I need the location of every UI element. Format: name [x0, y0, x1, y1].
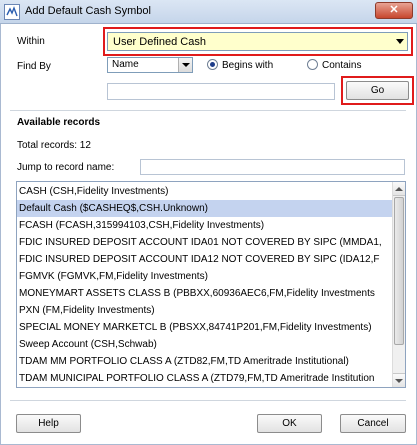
- list-item[interactable]: FCASH (FCASH,315994103,CSH,Fidelity Inve…: [17, 217, 393, 234]
- within-label: Within: [17, 36, 45, 47]
- list-item[interactable]: CASH (CSH,Fidelity Investments): [17, 183, 393, 200]
- list-item[interactable]: MONEYMART ASSETS CLASS B (PBBXX,60936AEC…: [17, 285, 393, 302]
- findby-selected-value: Name: [112, 59, 139, 70]
- list-item[interactable]: PXN (FM,Fidelity Investments): [17, 302, 393, 319]
- within-dropdown[interactable]: User Defined Cash: [107, 32, 408, 51]
- divider: [10, 110, 406, 111]
- list-item[interactable]: FDIC INSURED DEPOSIT ACCOUNT IDA12 NOT C…: [17, 251, 393, 268]
- list-item[interactable]: Sweep Account (CSH,Schwab): [17, 336, 393, 353]
- radio-begins-with-label: Begins with: [222, 60, 274, 71]
- findby-label: Find By: [17, 61, 51, 72]
- list-item[interactable]: TDAM MUNICIPAL PORTFOLIO CLASS A (ZTD79,…: [17, 370, 393, 387]
- search-input[interactable]: [107, 83, 335, 100]
- vertical-scrollbar[interactable]: [392, 182, 405, 387]
- scroll-thumb[interactable]: [394, 197, 404, 345]
- chevron-down-icon: [178, 58, 192, 72]
- radio-contains-label: Contains: [322, 60, 362, 71]
- list-item[interactable]: TDAM MM PORTFOLIO CLASS A (ZTD82,FM,TD A…: [17, 353, 393, 370]
- radio-begins-with[interactable]: [207, 59, 218, 70]
- records-list[interactable]: CASH (CSH,Fidelity Investments) Default …: [16, 181, 406, 388]
- window-title: Add Default Cash Symbol: [25, 5, 151, 17]
- findby-dropdown[interactable]: Name: [107, 57, 193, 73]
- ok-button[interactable]: OK: [257, 414, 322, 433]
- chevron-down-icon: [396, 39, 404, 44]
- go-button[interactable]: Go: [346, 81, 409, 100]
- list-item-selected[interactable]: Default Cash ($CASHEQ$,CSH.Unknown): [17, 200, 393, 217]
- list-item[interactable]: SPECIAL MONEY MARKETCL B (PBSXX,84741P20…: [17, 319, 393, 336]
- app-icon: [4, 4, 20, 20]
- list-item[interactable]: FGMVK (FGMVK,FM,Fidelity Investments): [17, 268, 393, 285]
- radio-contains[interactable]: [307, 59, 318, 70]
- close-button[interactable]: ✕: [375, 2, 413, 19]
- scroll-down-icon[interactable]: [393, 373, 405, 387]
- divider: [10, 400, 406, 401]
- title-bar: Add Default Cash Symbol ✕: [0, 0, 417, 24]
- scroll-up-icon[interactable]: [393, 182, 405, 196]
- available-records-title: Available records: [17, 117, 101, 128]
- jump-label: Jump to record name:: [17, 162, 115, 173]
- jump-to-record-input[interactable]: [140, 159, 405, 175]
- total-records-text: Total records: 12: [17, 140, 91, 151]
- list-item[interactable]: FDIC INSURED DEPOSIT ACCOUNT IDA01 NOT C…: [17, 234, 393, 251]
- close-icon: ✕: [389, 4, 399, 16]
- within-selected-value: User Defined Cash: [113, 36, 206, 48]
- help-button[interactable]: Help: [16, 414, 81, 433]
- cancel-button[interactable]: Cancel: [340, 414, 406, 433]
